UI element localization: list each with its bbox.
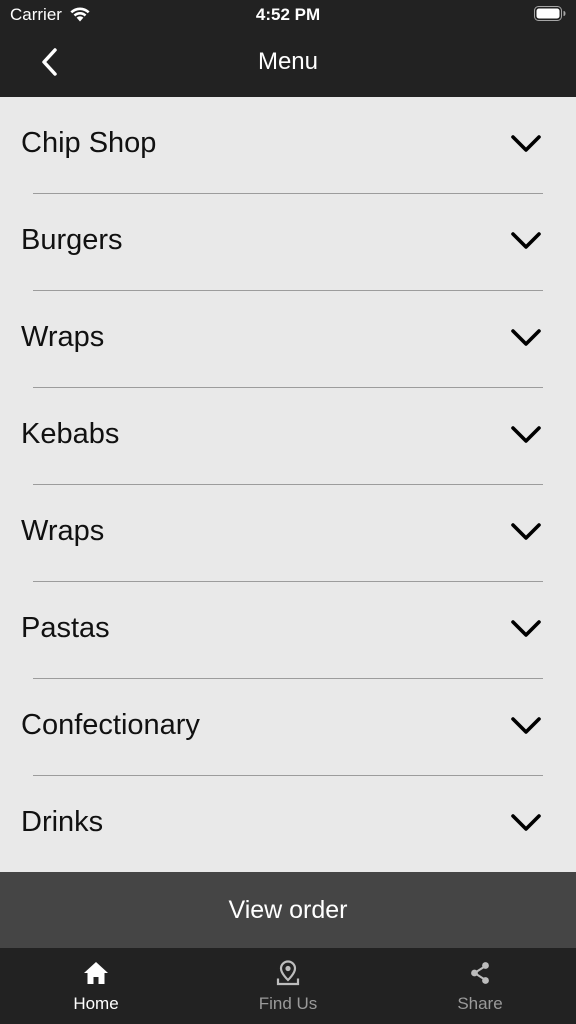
category-label: Drinks: [21, 806, 104, 838]
category-label: Chip Shop: [21, 127, 157, 159]
tab-find-us[interactable]: Find Us: [192, 948, 384, 1024]
chevron-down-icon: [511, 814, 541, 831]
tab-label: Share: [457, 994, 503, 1013]
chevron-down-icon: [511, 135, 541, 152]
chevron-down-icon: [511, 329, 541, 346]
status-time: 4:52 PM: [255, 5, 321, 24]
tab-share[interactable]: Share: [384, 948, 576, 1024]
menu-category-kebabs[interactable]: Kebabs: [0, 388, 576, 485]
tab-bar: Home Find Us Share: [0, 948, 576, 1024]
chevron-down-icon: [511, 426, 541, 443]
menu-category-wraps[interactable]: Wraps: [0, 291, 576, 388]
chevron-down-icon: [511, 717, 541, 734]
chevron-down-icon: [511, 523, 541, 540]
menu-category-confectionary[interactable]: Confectionary: [0, 679, 576, 776]
category-label: Burgers: [21, 224, 123, 256]
menu-category-pastas[interactable]: Pastas: [0, 582, 576, 679]
top-bar: Carrier 4:52 PM Menu: [0, 0, 576, 97]
page-title: Menu: [257, 48, 319, 75]
menu-category-drinks[interactable]: Drinks: [0, 776, 576, 873]
category-label: Wraps: [21, 321, 105, 353]
category-label: Kebabs: [21, 418, 120, 450]
share-icon: [471, 962, 489, 984]
chevron-down-icon: [511, 620, 541, 637]
category-label: Pastas: [21, 612, 110, 644]
category-label: Wraps: [21, 515, 105, 547]
navigation-bar: Menu: [0, 30, 576, 97]
status-bar: Carrier 4:52 PM: [0, 0, 576, 30]
map-pin-icon: [276, 960, 300, 986]
menu-category-list: Chip Shop Burgers Wraps Kebabs Wraps Pas…: [0, 97, 576, 872]
view-order-button[interactable]: View order: [0, 872, 576, 948]
tab-home[interactable]: Home: [0, 948, 192, 1024]
home-icon: [84, 962, 108, 984]
menu-category-burgers[interactable]: Burgers: [0, 194, 576, 291]
tab-label: Find Us: [258, 994, 318, 1013]
chevron-down-icon: [511, 232, 541, 249]
category-label: Confectionary: [21, 709, 200, 741]
menu-category-wraps-2[interactable]: Wraps: [0, 485, 576, 582]
menu-category-chip-shop[interactable]: Chip Shop: [0, 97, 576, 194]
tab-label: Home: [73, 994, 119, 1013]
battery-icon: [534, 6, 566, 21]
